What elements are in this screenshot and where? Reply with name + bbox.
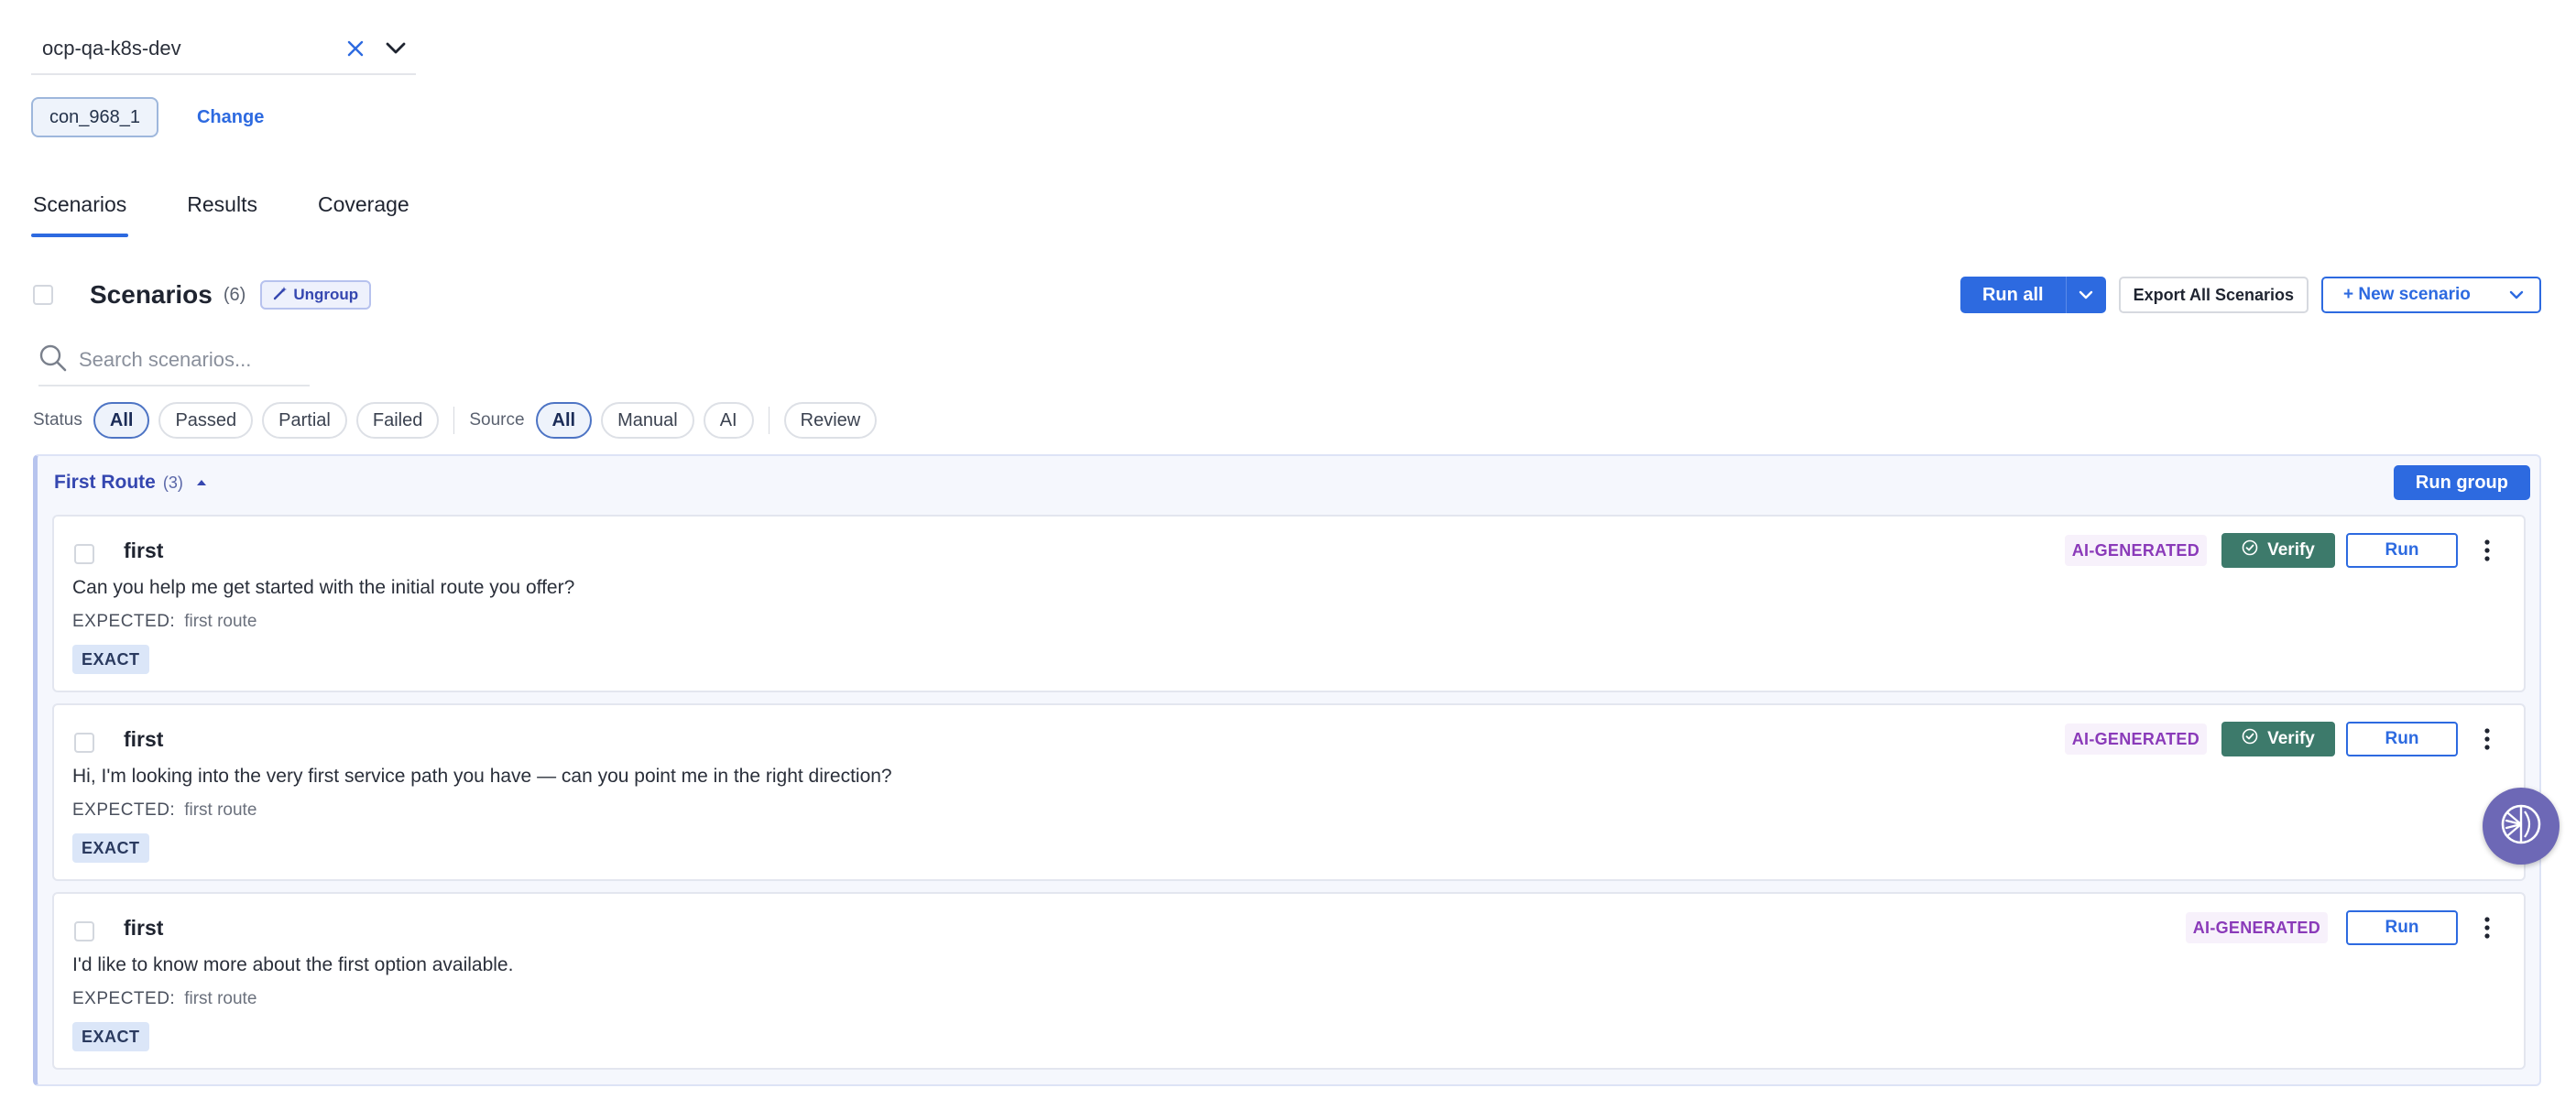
connection-row: con_968_1 Change <box>31 97 264 137</box>
expected-value: first route <box>184 989 257 1008</box>
review-filter[interactable]: Review <box>783 402 878 439</box>
scenario-expected: EXPECTED: first route <box>72 800 257 821</box>
group-title[interactable]: First Route <box>54 472 156 494</box>
expected-key: EXPECTED: <box>72 989 176 1008</box>
filter-bar: Status All Passed Partial Failed Source … <box>33 401 878 440</box>
close-icon[interactable] <box>335 28 376 69</box>
kebab-menu-icon[interactable] <box>2471 533 2504 568</box>
check-circle-icon <box>2242 539 2258 561</box>
verify-button[interactable]: Verify <box>2221 722 2335 756</box>
expected-key: EXPECTED: <box>72 612 176 631</box>
scenario-title: first <box>124 539 164 562</box>
kebab-menu-icon[interactable] <box>2471 910 2504 945</box>
kebab-menu-icon[interactable] <box>2471 722 2504 756</box>
chevron-down-icon[interactable] <box>2065 277 2106 313</box>
status-filter-all[interactable]: All <box>93 402 150 439</box>
scenario-expected: EXPECTED: first route <box>72 612 257 632</box>
verify-button[interactable]: Verify <box>2221 533 2335 568</box>
run-all-button[interactable]: Run all <box>1959 277 2106 313</box>
connection-chip: con_968_1 <box>31 97 158 137</box>
chevron-down-icon[interactable] <box>2494 290 2539 299</box>
group-header: First Route (3) Run group <box>38 456 2539 509</box>
scenario-title: first <box>124 916 164 940</box>
ungroup-button[interactable]: Ungroup <box>260 280 372 310</box>
scenario-question: I'd like to know more about the first op… <box>72 954 514 975</box>
scenario-question: Hi, I'm looking into the very first serv… <box>72 766 892 787</box>
run-group-button[interactable]: Run group <box>2393 465 2530 500</box>
scenario-checkbox[interactable] <box>74 544 94 564</box>
scenario-expected: EXPECTED: first route <box>72 989 257 1009</box>
scenario-checkbox[interactable] <box>74 733 94 753</box>
source-filter-all[interactable]: All <box>535 402 593 439</box>
match-badge: EXACT <box>72 1022 149 1051</box>
header-actions: Run all Export All Scenarios + New scena… <box>1959 277 2541 313</box>
group-count: (3) <box>162 473 183 492</box>
verify-label: Verify <box>2267 729 2315 748</box>
ai-generated-badge: AI-GENERATED <box>2064 724 2207 755</box>
scenario-actions: AI-GENERATED Verify Run <box>2064 533 2504 568</box>
assistant-button[interactable] <box>2483 788 2560 865</box>
project-select-value[interactable]: ocp-qa-k8s-dev <box>31 37 335 60</box>
tab-scenarios[interactable]: Scenarios <box>31 183 129 237</box>
status-filter-failed[interactable]: Failed <box>355 402 440 439</box>
chevron-down-icon[interactable] <box>376 28 416 69</box>
scenario-count: (6) <box>223 284 246 305</box>
expected-key: EXPECTED: <box>72 800 176 820</box>
page-title: Scenarios <box>90 280 213 309</box>
ai-generated-badge: AI-GENERATED <box>2185 912 2328 943</box>
search-icon <box>38 343 68 377</box>
tab-results[interactable]: Results <box>185 183 259 237</box>
check-circle-icon <box>2242 728 2258 750</box>
caret-up-icon[interactable] <box>196 479 207 486</box>
change-connection-link[interactable]: Change <box>197 107 264 128</box>
scenario-question: Can you help me get started with the ini… <box>72 577 575 598</box>
magic-wand-icon <box>273 286 288 305</box>
run-button[interactable]: Run <box>2346 533 2458 568</box>
match-badge: EXACT <box>72 645 149 674</box>
scenario-card: first I'd like to know more about the fi… <box>52 892 2526 1070</box>
ungroup-label: Ungroup <box>293 286 359 303</box>
source-filter-manual[interactable]: Manual <box>601 402 694 439</box>
project-select[interactable]: ocp-qa-k8s-dev <box>31 24 416 75</box>
scenarios-header: Scenarios (6) Ungroup Run all Export All… <box>33 277 2541 313</box>
match-badge: EXACT <box>72 833 149 863</box>
run-button[interactable]: Run <box>2346 722 2458 756</box>
status-filter-label: Status <box>33 410 82 430</box>
source-filter-ai[interactable]: AI <box>703 402 754 439</box>
scenario-group: First Route (3) Run group first Can you … <box>33 454 2541 1086</box>
scenario-actions: AI-GENERATED Run <box>2185 910 2504 945</box>
run-button[interactable]: Run <box>2346 910 2458 945</box>
search-box <box>38 335 310 386</box>
scenario-card: first Can you help me get started with t… <box>52 515 2526 692</box>
status-filter-passed[interactable]: Passed <box>158 402 254 439</box>
status-filter-partial[interactable]: Partial <box>262 402 347 439</box>
verify-label: Verify <box>2267 540 2315 560</box>
scenario-actions: AI-GENERATED Verify Run <box>2064 722 2504 756</box>
source-filter-label: Source <box>469 410 525 430</box>
main-tabs: Scenarios Results Coverage <box>31 183 468 237</box>
new-scenario-button[interactable]: + New scenario <box>2321 277 2541 313</box>
export-all-button[interactable]: Export All Scenarios <box>2118 277 2309 313</box>
search-input[interactable] <box>79 348 299 372</box>
expected-value: first route <box>184 800 257 820</box>
scenario-card: first Hi, I'm looking into the very firs… <box>52 703 2526 881</box>
new-scenario-label[interactable]: + New scenario <box>2323 285 2494 305</box>
tab-coverage[interactable]: Coverage <box>316 183 411 237</box>
scenario-checkbox[interactable] <box>74 921 94 941</box>
filter-divider <box>453 407 455 434</box>
filter-divider <box>768 407 770 434</box>
expected-value: first route <box>184 612 257 631</box>
assistant-globe-icon <box>2499 802 2543 851</box>
run-all-label[interactable]: Run all <box>1960 277 2066 313</box>
select-all-checkbox[interactable] <box>33 285 53 305</box>
ai-generated-badge: AI-GENERATED <box>2064 535 2207 566</box>
scenario-title: first <box>124 727 164 751</box>
